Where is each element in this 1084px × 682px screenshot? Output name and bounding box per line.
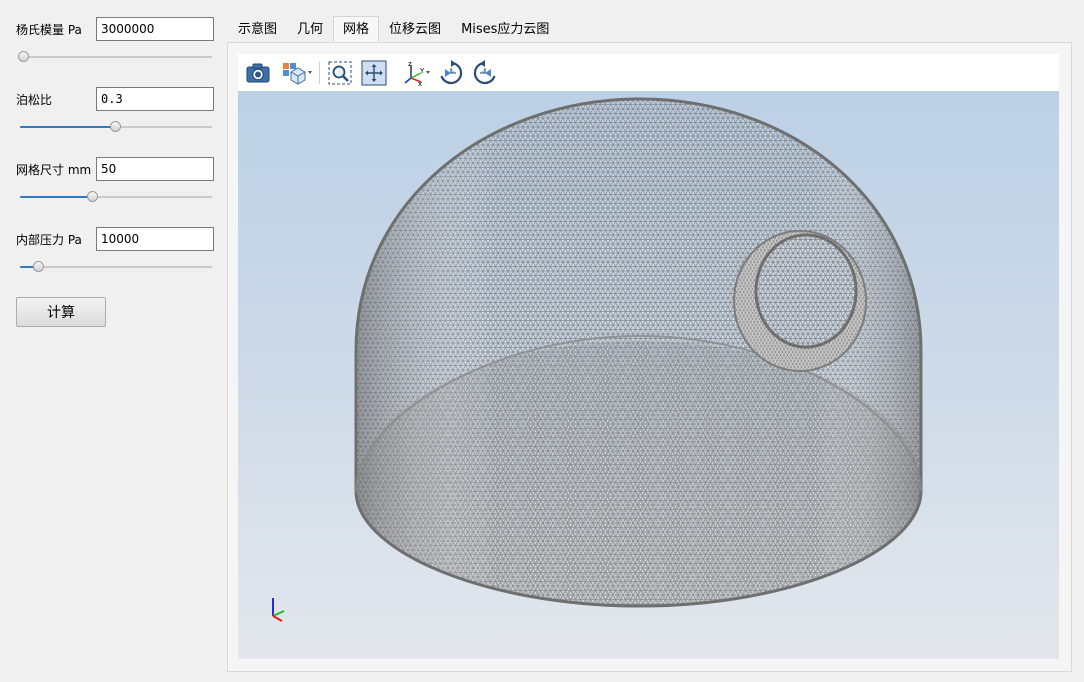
mesh-size-input[interactable] <box>96 157 214 181</box>
svg-text:Y: Y <box>419 67 425 75</box>
fit-all-icon[interactable] <box>361 60 387 86</box>
internal-pressure-slider[interactable] <box>20 261 212 273</box>
poisson-ratio-input[interactable] <box>96 87 214 111</box>
calculate-button[interactable]: 计算 <box>16 297 106 327</box>
svg-text:z: z <box>408 60 412 68</box>
tab-bar: 示意图 几何 网格 位移云图 Mises应力云图 <box>228 16 559 42</box>
axes-orientation-icon[interactable]: z Y x <box>401 60 433 86</box>
mesh-size-label: 网格尺寸 mm <box>16 163 92 177</box>
viewport-3d[interactable] <box>238 91 1059 659</box>
orientation-triad <box>272 598 285 622</box>
tab-mises-stress-contour[interactable]: Mises应力云图 <box>451 16 559 42</box>
zoom-box-icon[interactable] <box>327 60 353 86</box>
rotate-clockwise-icon[interactable] <box>438 60 464 86</box>
slider-handle[interactable] <box>17 51 29 62</box>
slider-handle[interactable] <box>86 191 98 202</box>
tab-displacement-contour[interactable]: 位移云图 <box>379 16 451 42</box>
poisson-ratio-slider[interactable] <box>20 121 212 133</box>
slider-handle[interactable] <box>110 121 121 132</box>
slider-fill <box>20 196 93 198</box>
youngs-modulus-label: 杨氏模量 Pa <box>16 23 82 37</box>
tab-geometry[interactable]: 几何 <box>287 16 333 42</box>
mesh-viewer: z Y x <box>238 54 1059 659</box>
youngs-modulus-input[interactable] <box>96 17 214 41</box>
mesh-size-slider[interactable] <box>20 191 212 203</box>
internal-pressure-label: 内部压力 Pa <box>16 233 82 247</box>
internal-pressure-input[interactable] <box>96 227 214 251</box>
toolbar-separator <box>319 62 320 84</box>
youngs-modulus-slider[interactable] <box>17 51 212 63</box>
tab-mesh[interactable]: 网格 <box>333 16 380 42</box>
slider-track <box>20 266 212 268</box>
poisson-ratio-label: 泊松比 <box>16 93 53 107</box>
slider-fill <box>20 126 116 128</box>
svg-text:x: x <box>418 80 422 86</box>
slider-track <box>20 56 212 58</box>
camera-icon[interactable] <box>245 60 271 86</box>
slider-handle[interactable] <box>33 261 45 272</box>
view-cube-icon[interactable] <box>282 60 314 86</box>
rotate-counterclockwise-icon[interactable] <box>472 60 498 86</box>
dome-mesh <box>272 97 923 622</box>
tab-schematic[interactable]: 示意图 <box>228 16 287 42</box>
viewer-toolbar: z Y x <box>238 54 1059 91</box>
